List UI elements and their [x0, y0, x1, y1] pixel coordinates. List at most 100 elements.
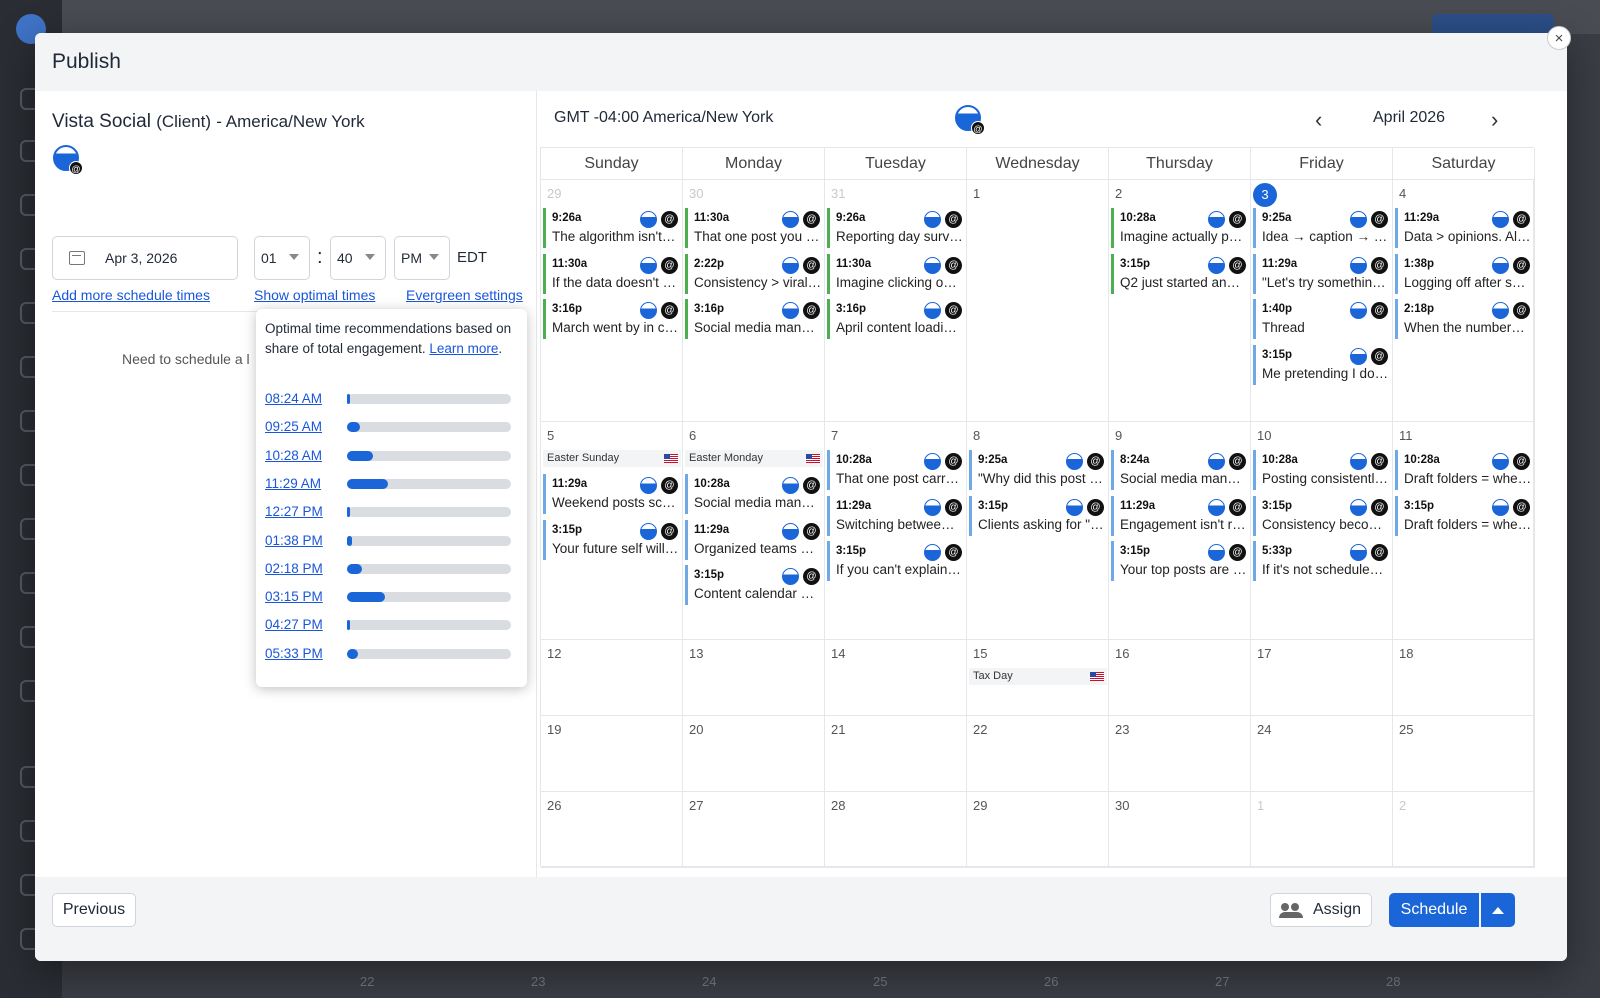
prev-month-button[interactable]: ‹: [1315, 107, 1322, 133]
scheduled-post[interactable]: 10:28a @ Social media man…: [685, 474, 823, 514]
calendar-day-cell[interactable]: 11 10:28a @ Draft folders = whe… 3:15p @ Draft…: [1393, 422, 1535, 640]
scheduled-post[interactable]: 9:25a @ Idea → caption → …: [1253, 208, 1391, 248]
scheduled-post[interactable]: 10:28a @ Posting consistentl…: [1253, 450, 1391, 490]
scheduled-post[interactable]: 9:26a @ Reporting day surv…: [827, 208, 965, 248]
optimal-time-link[interactable]: 01:38 PM: [265, 533, 323, 548]
calendar-day-cell[interactable]: 13: [683, 640, 825, 716]
scheduled-post[interactable]: 9:25a @ "Why did this post …: [969, 450, 1107, 490]
calendar-day-cell[interactable]: 4 11:29a @ Data > opinions. Al… 1:38p @ Loggin…: [1393, 180, 1535, 422]
calendar-day-cell[interactable]: 2 10:28a @ Imagine actually p… 3:15p @ Q2 just…: [1109, 180, 1251, 422]
assign-button[interactable]: Assign: [1270, 893, 1372, 927]
scheduled-post[interactable]: 3:16p @ March went by in c…: [543, 299, 681, 339]
calendar-day-cell[interactable]: 24: [1251, 716, 1393, 792]
minute-select[interactable]: 40: [330, 236, 386, 280]
calendar-day-cell[interactable]: 29: [967, 792, 1109, 868]
previous-button[interactable]: Previous: [52, 893, 136, 927]
next-month-button[interactable]: ›: [1491, 107, 1498, 133]
optimal-time-link[interactable]: 09:25 AM: [265, 419, 322, 434]
optimal-time-link[interactable]: 12:27 PM: [265, 504, 323, 519]
show-optimal-times-link[interactable]: Show optimal times: [254, 287, 375, 303]
calendar-day-cell[interactable]: 30 11:30a @ That one post you … 2:22p @ Consis…: [683, 180, 825, 422]
scheduled-post[interactable]: 11:29a @ Data > opinions. Al…: [1395, 208, 1533, 248]
calendar-day-cell[interactable]: 12: [541, 640, 683, 716]
learn-more-link[interactable]: Learn more: [429, 341, 498, 356]
scheduled-post[interactable]: 3:15p @ Me pretending I do…: [1253, 344, 1391, 385]
scheduled-post[interactable]: 3:15p @ Your top posts are …: [1111, 541, 1249, 581]
scheduled-post[interactable]: 10:28a @ Draft folders = whe…: [1395, 450, 1533, 490]
calendar-day-cell[interactable]: 8 9:25a @ "Why did this post … 3:15p @ Clients…: [967, 422, 1109, 640]
profile-avatar-icon[interactable]: @: [955, 105, 985, 135]
scheduled-post[interactable]: 11:29a @ Switching betwee…: [827, 495, 965, 536]
scheduled-post[interactable]: 11:30a @ That one post you …: [685, 208, 823, 248]
calendar-day-cell[interactable]: 3 9:25a @ Idea → caption → … 11:29a @ "Let's t…: [1251, 180, 1393, 422]
scheduled-post[interactable]: 11:29a @ Weekend posts sc…: [543, 474, 681, 514]
scheduled-post[interactable]: 11:29a @ "Let's try somethin…: [1253, 253, 1391, 294]
ampm-select[interactable]: PM: [394, 236, 450, 280]
calendar-day-cell[interactable]: 25: [1393, 716, 1535, 792]
optimal-time-link[interactable]: 08:24 AM: [265, 391, 322, 406]
optimal-time-link[interactable]: 05:33 PM: [265, 646, 323, 661]
calendar-day-cell[interactable]: 2: [1393, 792, 1535, 868]
scheduled-post[interactable]: 3:16p @ Social media man…: [685, 299, 823, 339]
calendar-day-cell[interactable]: 7 10:28a @ That one post carr… 11:29a @ Switch…: [825, 422, 967, 640]
scheduled-post[interactable]: 3:15p @ Draft folders = whe…: [1395, 495, 1533, 536]
scheduled-post[interactable]: 11:30a @ Imagine clicking o…: [827, 253, 965, 294]
optimal-time-link[interactable]: 02:18 PM: [265, 561, 323, 576]
calendar-day-cell[interactable]: 19: [541, 716, 683, 792]
calendar-day-cell[interactable]: 10 10:28a @ Posting consistentl… 3:15p @ Consi…: [1251, 422, 1393, 640]
calendar-day-cell[interactable]: 30: [1109, 792, 1251, 868]
calendar-day-cell[interactable]: 17: [1251, 640, 1393, 716]
hour-select[interactable]: 01: [254, 236, 310, 280]
calendar-day-cell[interactable]: 18: [1393, 640, 1535, 716]
scheduled-post[interactable]: 8:24a @ Social media man…: [1111, 450, 1249, 490]
calendar-day-cell[interactable]: 26: [541, 792, 683, 868]
scheduled-post[interactable]: 1:40p @ Thread: [1253, 299, 1391, 339]
date-picker[interactable]: Apr 3, 2026: [52, 236, 238, 280]
scheduled-post[interactable]: 3:15p @ Content calendar …: [685, 565, 823, 605]
schedule-options-button[interactable]: [1481, 893, 1515, 927]
profile-avatar-icon[interactable]: @: [53, 145, 83, 175]
calendar-day-cell[interactable]: 29 9:26a @ The algorithm isn't… 11:30a @ If th…: [541, 180, 683, 422]
scheduled-post[interactable]: 3:15p @ Clients asking for "…: [969, 495, 1107, 536]
scheduled-post[interactable]: 11:30a @ If the data doesn't …: [543, 253, 681, 294]
scheduled-post[interactable]: 2:22p @ Consistency > viral…: [685, 253, 823, 294]
optimal-time-link[interactable]: 04:27 PM: [265, 617, 323, 632]
calendar-day-cell[interactable]: 5 Easter Sunday 11:29a @ Weekend posts sc… 3:…: [541, 422, 683, 640]
calendar-day-cell[interactable]: 21: [825, 716, 967, 792]
scheduled-post[interactable]: 3:15p @ If you can't explain…: [827, 541, 965, 581]
scheduled-post[interactable]: 10:28a @ Imagine actually p…: [1111, 208, 1249, 248]
calendar-day-cell[interactable]: 9 8:24a @ Social media man… 11:29a @ Engagemen…: [1109, 422, 1251, 640]
post-time: 11:29a: [1404, 212, 1440, 224]
scheduled-post[interactable]: 9:26a @ The algorithm isn't…: [543, 208, 681, 248]
evergreen-settings-link[interactable]: Evergreen settings: [406, 287, 523, 303]
calendar-day-cell[interactable]: 22: [967, 716, 1109, 792]
scheduled-post[interactable]: 5:33p @ If it's not schedule…: [1253, 541, 1391, 581]
scheduled-post[interactable]: 3:15p @ Q2 just started an…: [1111, 253, 1249, 294]
post-preview: Weekend posts sc…: [552, 495, 676, 510]
optimal-time-link[interactable]: 11:29 AM: [265, 476, 321, 491]
calendar-day-cell[interactable]: 20: [683, 716, 825, 792]
scheduled-post[interactable]: 11:29a @ Organized teams …: [685, 519, 823, 560]
scheduled-post[interactable]: 1:38p @ Logging off after s…: [1395, 253, 1533, 294]
calendar-day-cell[interactable]: 14: [825, 640, 967, 716]
schedule-button[interactable]: Schedule: [1389, 893, 1479, 927]
calendar-day-cell[interactable]: 23: [1109, 716, 1251, 792]
calendar-day-cell[interactable]: 31 9:26a @ Reporting day surv… 11:30a @ Imagin…: [825, 180, 967, 422]
scheduled-post[interactable]: 10:28a @ That one post carr…: [827, 450, 965, 490]
optimal-time-link[interactable]: 10:28 AM: [265, 448, 322, 463]
close-button[interactable]: ×: [1547, 26, 1571, 50]
calendar-day-cell[interactable]: 1: [967, 180, 1109, 422]
scheduled-post[interactable]: 2:18p @ When the number…: [1395, 299, 1533, 339]
scheduled-post[interactable]: 11:29a @ Engagement isn't r…: [1111, 495, 1249, 536]
scheduled-post[interactable]: 3:15p @ Your future self will…: [543, 519, 681, 560]
calendar-day-cell[interactable]: 6 Easter Monday 10:28a @ Social media man… 11…: [683, 422, 825, 640]
calendar-day-cell[interactable]: 16: [1109, 640, 1251, 716]
optimal-time-link[interactable]: 03:15 PM: [265, 589, 323, 604]
calendar-day-cell[interactable]: 1: [1251, 792, 1393, 868]
calendar-day-cell[interactable]: 27: [683, 792, 825, 868]
calendar-day-cell[interactable]: 28: [825, 792, 967, 868]
scheduled-post[interactable]: 3:16p @ April content loadi…: [827, 299, 965, 339]
scheduled-post[interactable]: 3:15p @ Consistency beco…: [1253, 495, 1391, 536]
calendar-day-cell[interactable]: 15 Tax Day: [967, 640, 1109, 716]
add-schedule-times-link[interactable]: Add more schedule times: [52, 287, 210, 303]
